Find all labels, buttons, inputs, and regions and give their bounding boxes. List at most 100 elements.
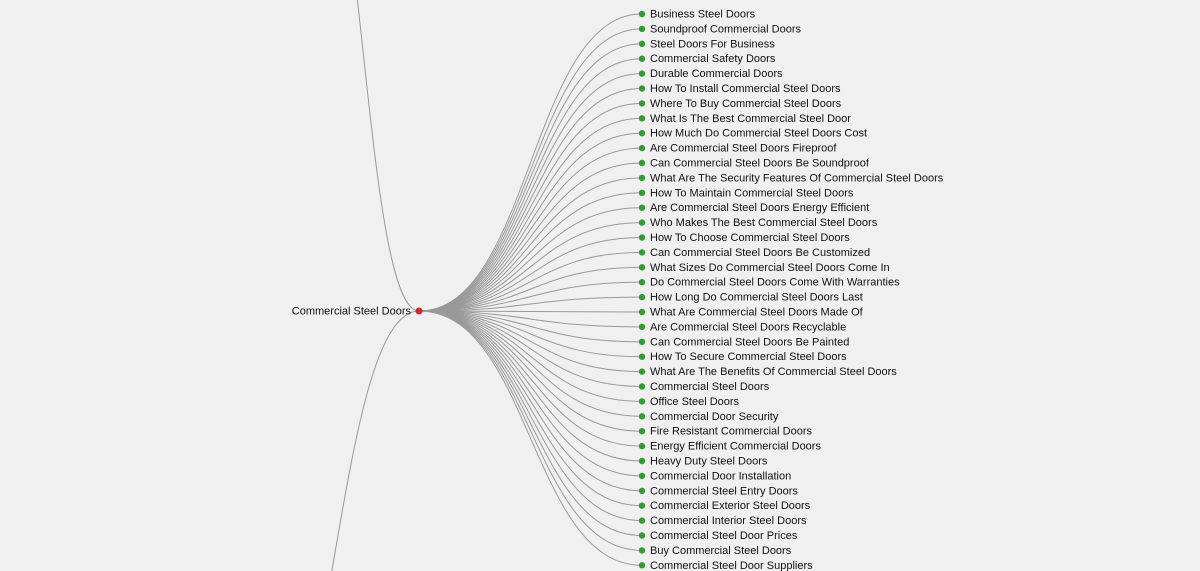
mindmap-child-node[interactable]: Commercial Steel Door Suppliers bbox=[639, 560, 813, 571]
child-label: Business Steel Doors bbox=[650, 9, 756, 21]
child-label: What Are The Security Features Of Commer… bbox=[650, 172, 944, 184]
mindmap-child-node[interactable]: Energy Efficient Commercial Doors bbox=[639, 441, 822, 453]
mindmap-child-node[interactable]: Commercial Steel Entry Doors bbox=[639, 485, 799, 497]
child-dot-icon bbox=[639, 368, 645, 374]
child-dot-icon bbox=[639, 428, 645, 434]
child-dot-icon bbox=[639, 219, 645, 225]
mindmap-child-node[interactable]: Commercial Safety Doors bbox=[639, 53, 776, 65]
root-dot-icon bbox=[416, 308, 423, 315]
child-label: Steel Doors For Business bbox=[650, 38, 775, 50]
mindmap-edge bbox=[419, 148, 642, 311]
child-label: Who Makes The Best Commercial Steel Door… bbox=[650, 217, 878, 229]
child-label: What Is The Best Commercial Steel Door bbox=[650, 113, 851, 125]
child-label: Commercial Steel Doors bbox=[650, 381, 770, 393]
mindmap-child-node[interactable]: Can Commercial Steel Doors Be Customized bbox=[639, 247, 870, 259]
mindmap-child-node[interactable]: How To Choose Commercial Steel Doors bbox=[639, 232, 850, 244]
mindmap-child-node[interactable]: Heavy Duty Steel Doors bbox=[639, 456, 768, 468]
mindmap-child-node[interactable]: Office Steel Doors bbox=[639, 396, 740, 408]
child-label: Are Commercial Steel Doors Fireproof bbox=[650, 143, 837, 155]
mindmap-child-node[interactable]: Commercial Door Security bbox=[639, 411, 779, 423]
child-label: Heavy Duty Steel Doors bbox=[650, 456, 768, 468]
child-label: How Much Do Commercial Steel Doors Cost bbox=[650, 128, 867, 140]
mindmap-root-node[interactable]: Commercial Steel Doors bbox=[292, 306, 423, 318]
mindmap-child-node[interactable]: Are Commercial Steel Doors Energy Effici… bbox=[639, 202, 869, 214]
child-label: Are Commercial Steel Doors Energy Effici… bbox=[650, 202, 869, 214]
mindmap-edge bbox=[419, 311, 642, 431]
child-dot-icon bbox=[639, 26, 645, 32]
mindmap-edge bbox=[419, 311, 642, 506]
child-label: Energy Efficient Commercial Doors bbox=[650, 441, 821, 453]
child-label: Buy Commercial Steel Doors bbox=[650, 545, 792, 557]
mindmap-child-node[interactable]: Commercial Door Installation bbox=[639, 470, 791, 482]
child-dot-icon bbox=[639, 562, 645, 568]
mindmap-child-node[interactable]: What Are The Security Features Of Commer… bbox=[639, 172, 944, 184]
child-dot-icon bbox=[639, 175, 645, 181]
mindmap-child-node[interactable]: What Sizes Do Commercial Steel Doors Com… bbox=[639, 262, 890, 274]
mindmap-edge bbox=[419, 311, 642, 446]
mindmap-child-node[interactable]: Can Commercial Steel Doors Be Soundproof bbox=[639, 158, 870, 170]
child-dot-icon bbox=[639, 547, 645, 553]
child-dot-icon bbox=[639, 309, 645, 315]
mindmap-child-node[interactable]: How To Install Commercial Steel Doors bbox=[639, 83, 841, 95]
child-label: How To Maintain Commercial Steel Doors bbox=[650, 187, 854, 199]
mindmap-child-node[interactable]: Steel Doors For Business bbox=[639, 38, 775, 50]
mindmap-child-node[interactable]: Business Steel Doors bbox=[639, 9, 756, 21]
child-dot-icon bbox=[639, 70, 645, 76]
mindmap-edge bbox=[419, 208, 642, 311]
mindmap-edge bbox=[419, 311, 642, 401]
mindmap-child-node[interactable]: What Is The Best Commercial Steel Door bbox=[639, 113, 851, 125]
child-dot-icon bbox=[639, 41, 645, 47]
child-label: How Long Do Commercial Steel Doors Last bbox=[650, 292, 863, 304]
mindmap-edge bbox=[419, 103, 642, 311]
child-dot-icon bbox=[639, 398, 645, 404]
mindmap-canvas[interactable]: Business Steel Doors Soundproof Commercia… bbox=[0, 0, 1200, 571]
child-dot-icon bbox=[639, 145, 645, 151]
mindmap-edge bbox=[419, 44, 642, 311]
child-dot-icon bbox=[639, 279, 645, 285]
mindmap-child-node[interactable]: How Long Do Commercial Steel Doors Last bbox=[639, 292, 863, 304]
child-label: Commercial Steel Door Prices bbox=[650, 530, 798, 542]
mindmap-child-node[interactable]: Where To Buy Commercial Steel Doors bbox=[639, 98, 842, 110]
mindmap-child-node[interactable]: Fire Resistant Commercial Doors bbox=[639, 426, 813, 438]
child-dot-icon bbox=[639, 56, 645, 62]
child-dot-icon bbox=[639, 130, 645, 136]
mindmap-edge bbox=[419, 311, 642, 536]
mindmap-child-node[interactable]: How To Maintain Commercial Steel Doors bbox=[639, 187, 854, 199]
child-label: Do Commercial Steel Doors Come With Warr… bbox=[650, 277, 900, 289]
mindmap-child-node[interactable]: Can Commercial Steel Doors Be Painted bbox=[639, 336, 850, 348]
mindmap-child-node[interactable]: Buy Commercial Steel Doors bbox=[639, 545, 792, 557]
child-dot-icon bbox=[639, 160, 645, 166]
mindmap-child-node[interactable]: What Are The Benefits Of Commercial Stee… bbox=[639, 366, 897, 378]
child-label: Commercial Safety Doors bbox=[650, 53, 776, 65]
child-label: Commercial Door Security bbox=[650, 411, 779, 423]
child-dot-icon bbox=[639, 324, 645, 330]
mindmap-child-node[interactable]: Are Commercial Steel Doors Recyclable bbox=[639, 321, 846, 333]
mindmap-child-node[interactable]: Are Commercial Steel Doors Fireproof bbox=[639, 143, 838, 155]
child-dot-icon bbox=[639, 517, 645, 523]
mindmap-child-node[interactable]: Commercial Interior Steel Doors bbox=[639, 515, 807, 527]
child-dot-icon bbox=[639, 100, 645, 106]
mindmap-child-node[interactable]: Do Commercial Steel Doors Come With Warr… bbox=[639, 277, 900, 289]
mindmap-child-node[interactable]: Commercial Steel Doors bbox=[639, 381, 770, 393]
child-label: Commercial Interior Steel Doors bbox=[650, 515, 807, 527]
child-dot-icon bbox=[639, 473, 645, 479]
mindmap-child-node[interactable]: Commercial Steel Door Prices bbox=[639, 530, 798, 542]
mindmap-child-node[interactable]: Durable Commercial Doors bbox=[639, 68, 783, 80]
child-label: Fire Resistant Commercial Doors bbox=[650, 426, 812, 438]
child-dot-icon bbox=[639, 85, 645, 91]
child-dot-icon bbox=[639, 339, 645, 345]
mindmap-child-node[interactable]: How Much Do Commercial Steel Doors Cost bbox=[639, 128, 867, 140]
mindmap-child-node[interactable]: How To Secure Commercial Steel Doors bbox=[639, 351, 847, 363]
child-label: What Sizes Do Commercial Steel Doors Com… bbox=[650, 262, 890, 274]
mindmap-edge bbox=[419, 311, 642, 491]
mindmap-child-node[interactable]: Soundproof Commercial Doors bbox=[639, 23, 802, 35]
sibling-edge-up bbox=[308, 0, 419, 311]
mindmap-child-node[interactable]: Commercial Exterior Steel Doors bbox=[639, 500, 811, 512]
mindmap-edge bbox=[419, 178, 642, 311]
mindmap-child-node[interactable]: What Are Commercial Steel Doors Made Of bbox=[639, 307, 864, 319]
child-dot-icon bbox=[639, 205, 645, 211]
child-dot-icon bbox=[639, 11, 645, 17]
child-dot-icon bbox=[639, 264, 645, 270]
child-dot-icon bbox=[639, 294, 645, 300]
mindmap-child-node[interactable]: Who Makes The Best Commercial Steel Door… bbox=[639, 217, 878, 229]
